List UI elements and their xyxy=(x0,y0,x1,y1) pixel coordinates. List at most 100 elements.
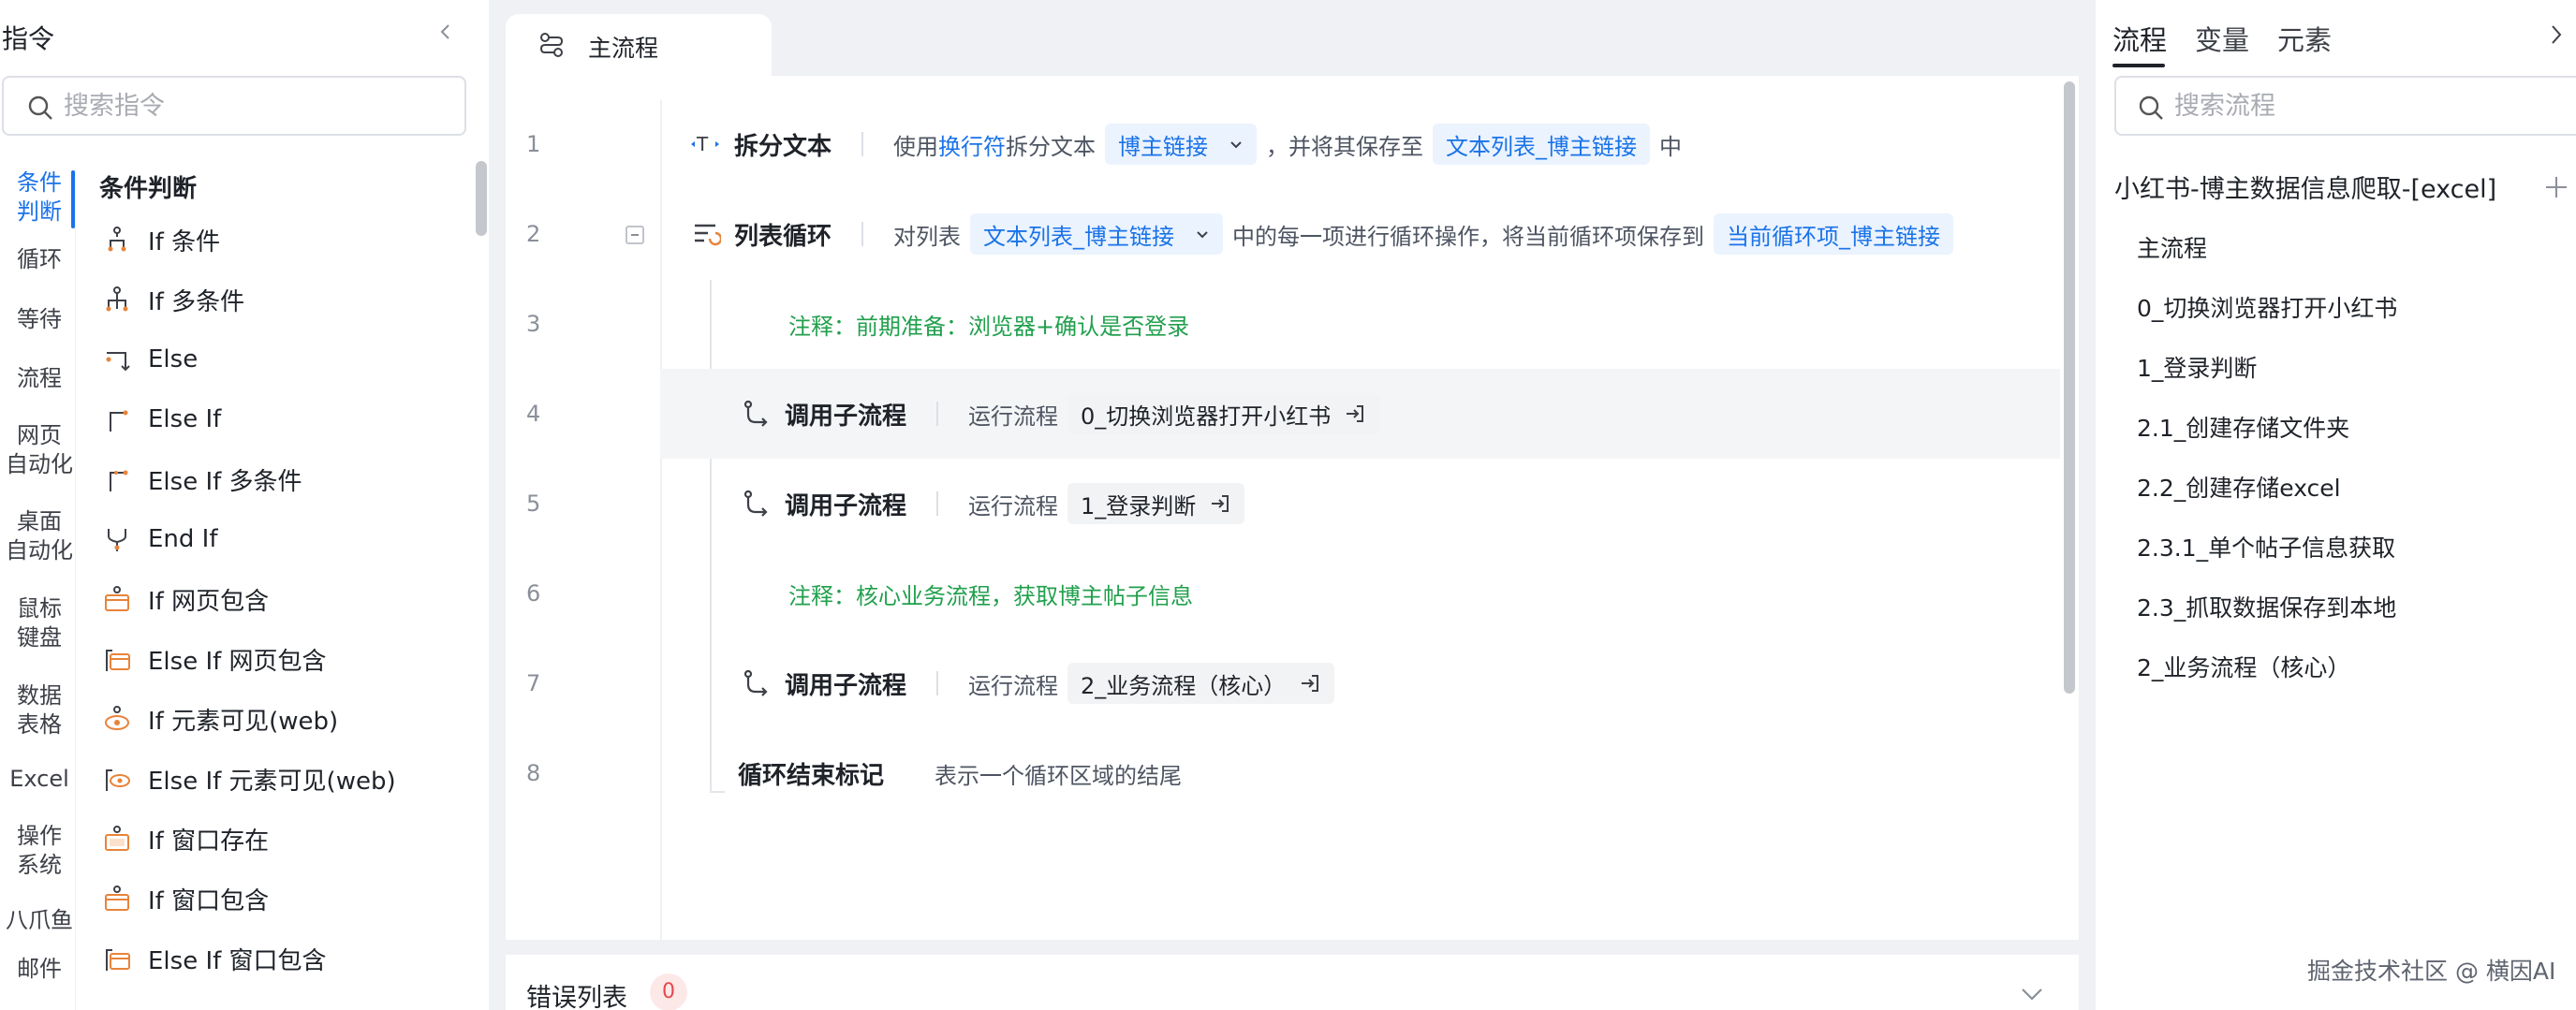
flow-item[interactable]: 0_切换浏览器打开小红书 xyxy=(2137,279,2397,339)
statement-highlight[interactable]: 换行符 xyxy=(938,128,1006,161)
command-item[interactable]: Else If 网页包含 xyxy=(99,629,464,689)
category-bazhuayu[interactable]: 八爪鱼 xyxy=(0,906,75,935)
variable-name: 当前循环项_博主链接 xyxy=(1727,223,1941,250)
variable-pill[interactable]: 博主链接 xyxy=(1105,124,1258,165)
code-row[interactable]: 2 列表循环 对列表 文本列表_博主链接 中的每一项进行循环操作，将当前循环项保… xyxy=(506,189,2060,279)
command-label: Else xyxy=(148,345,199,373)
subflow-icon xyxy=(743,490,768,517)
flow-item[interactable]: 2.3_抓取数据保存到本地 xyxy=(2137,578,2397,638)
command-search-input[interactable] xyxy=(64,85,448,126)
tab-main-flow[interactable]: 主流程 xyxy=(506,14,772,76)
category-os[interactable]: 操作 系统 xyxy=(0,822,75,880)
command-item[interactable]: Else If xyxy=(99,389,464,449)
flow-item[interactable]: 主流程 xyxy=(2137,219,2397,279)
category-desktop-automation[interactable]: 桌面 自动化 xyxy=(0,507,75,565)
code-row[interactable]: 8 循环结束标记 表示一个循环区域的结尾 xyxy=(506,728,2060,818)
category-wait[interactable]: 等待 xyxy=(0,305,75,334)
chevron-right-icon[interactable] xyxy=(2545,22,2568,47)
window-exists-icon xyxy=(105,826,129,851)
category-flow[interactable]: 流程 xyxy=(0,364,75,393)
command-item[interactable]: Else If 元素可见(web) xyxy=(99,749,464,809)
subflow-pill[interactable]: 2_业务流程（核心） xyxy=(1067,663,1335,704)
statement-text: ，并将其保存至 xyxy=(1266,133,1424,160)
chevron-down-icon[interactable] xyxy=(2019,985,2045,1003)
flow-search[interactable] xyxy=(2114,76,2576,136)
collapse-left-icon[interactable] xyxy=(434,21,457,43)
multi-branch-icon xyxy=(106,286,128,312)
variable-name: 博主链接 xyxy=(1118,133,1209,160)
code-row[interactable]: 4 调用子流程 运行流程 0_切换浏览器打开小红书 xyxy=(506,369,2060,459)
command-label: If 窗口存在 xyxy=(148,827,270,856)
subflow-pill[interactable]: 0_切换浏览器打开小红书 xyxy=(1067,393,1380,434)
command-item[interactable]: If 元素可见(web) xyxy=(99,689,464,749)
command-item[interactable]: If 条件 xyxy=(99,210,464,270)
command-item[interactable]: End If xyxy=(99,509,464,569)
command-search[interactable] xyxy=(2,76,466,136)
code-row[interactable]: 3 注释：前期准备：浏览器+确认是否登录 xyxy=(506,279,2060,369)
line-number: 6 xyxy=(526,580,541,607)
branch-icon xyxy=(108,227,126,252)
command-label: If 元素可见(web) xyxy=(148,707,339,736)
command-label: Else If 元素可见(web) xyxy=(148,767,396,796)
separator xyxy=(936,671,939,695)
category-excel[interactable]: Excel xyxy=(0,765,75,794)
category-data-table[interactable]: 数据 表格 xyxy=(0,681,75,739)
category-condition[interactable]: 条件 判断 xyxy=(0,168,75,228)
statement-text: 拆分文本 xyxy=(1006,133,1097,160)
flow-item[interactable]: 2.1_创建存储文件夹 xyxy=(2137,399,2397,459)
code-row[interactable]: 5 调用子流程 运行流程 1_登录判断 xyxy=(506,459,2060,549)
flow-item[interactable]: 1_登录判断 xyxy=(2137,339,2397,399)
subflow-pill[interactable]: 1_登录判断 xyxy=(1067,483,1245,524)
chevron-down-icon xyxy=(1197,231,1208,239)
command-list: 条件判断 If 条件 If 多条件 Else Else If Else If 多… xyxy=(99,168,464,988)
line-number: 4 xyxy=(526,401,541,427)
divider xyxy=(75,168,76,1010)
separator xyxy=(936,491,939,516)
command-item[interactable]: If 网页包含 xyxy=(99,569,464,629)
command-item[interactable]: If 窗口包含 xyxy=(99,869,464,929)
flow-item[interactable]: 2.2_创建存储excel xyxy=(2137,459,2397,519)
editor-scrollbar[interactable] xyxy=(2064,81,2075,694)
command-item[interactable]: Else xyxy=(99,329,464,389)
statement-text: 对列表 xyxy=(893,223,962,250)
statement-text: 使用 xyxy=(893,133,939,160)
add-icon[interactable] xyxy=(2543,174,2569,200)
open-subflow-icon[interactable] xyxy=(1209,492,1231,515)
open-subflow-icon[interactable] xyxy=(1344,403,1366,425)
command-list-scrollbar[interactable] xyxy=(476,161,487,236)
else-if-icon xyxy=(110,410,128,432)
code-row[interactable]: 6 注释：核心业务流程，获取博主帖子信息 xyxy=(506,549,2060,638)
category-mouse-keyboard[interactable]: 鼠标 键盘 xyxy=(0,594,75,652)
command-item[interactable]: Else If 多条件 xyxy=(99,449,464,509)
command-item[interactable]: If 窗口存在 xyxy=(99,809,464,869)
statement-text: 中的每一项进行循环操作，将当前循环项保存到 xyxy=(1232,223,1705,250)
command-label: Else If xyxy=(148,405,222,433)
line-number: 3 xyxy=(526,311,541,337)
variable-pill[interactable]: 当前循环项_博主链接 xyxy=(1714,213,1954,255)
flow-item[interactable]: 2.3.1_单个帖子信息获取 xyxy=(2137,519,2397,578)
variable-pill[interactable]: 文本列表_博主链接 xyxy=(970,213,1224,255)
code-row[interactable]: 1 T 拆分文本 使用 换行符 拆分文本 博主链接 ，并将其保存至 文本列表_博… xyxy=(506,99,2060,189)
flow-search-input[interactable] xyxy=(2174,85,2568,126)
error-list-bar[interactable]: 错误列表 0 xyxy=(506,955,2079,1010)
subflow-icon xyxy=(743,669,768,696)
tab-variables[interactable]: 变量 xyxy=(2195,19,2249,62)
flow-editor: 1 T 拆分文本 使用 换行符 拆分文本 博主链接 ，并将其保存至 文本列表_博… xyxy=(506,76,2079,940)
list-loop-icon xyxy=(695,224,721,246)
tab-flows[interactable]: 流程 xyxy=(2112,19,2167,67)
category-email[interactable]: 邮件 xyxy=(0,955,75,984)
command-item[interactable]: Else If 窗口包含 xyxy=(99,929,464,988)
variable-pill[interactable]: 文本列表_博主链接 xyxy=(1433,124,1651,165)
open-subflow-icon[interactable] xyxy=(1299,672,1321,695)
code-row[interactable]: 7 调用子流程 运行流程 2_业务流程（核心） xyxy=(506,638,2060,728)
statement-keyword: 列表循环 xyxy=(734,222,832,251)
tab-elements[interactable]: 元素 xyxy=(2277,19,2332,62)
flow-icon xyxy=(539,33,564,57)
category-loop[interactable]: 循环 xyxy=(0,245,75,274)
command-label: Else If 网页包含 xyxy=(148,647,327,676)
command-item[interactable]: If 多条件 xyxy=(99,270,464,329)
statement: T 拆分文本 使用 换行符 拆分文本 博主链接 ，并将其保存至 文本列表_博主链… xyxy=(689,99,1682,189)
category-web-automation[interactable]: 网页 自动化 xyxy=(0,421,75,479)
flow-item[interactable]: 2_业务流程（核心） xyxy=(2137,638,2397,698)
fold-toggle[interactable] xyxy=(626,226,644,244)
